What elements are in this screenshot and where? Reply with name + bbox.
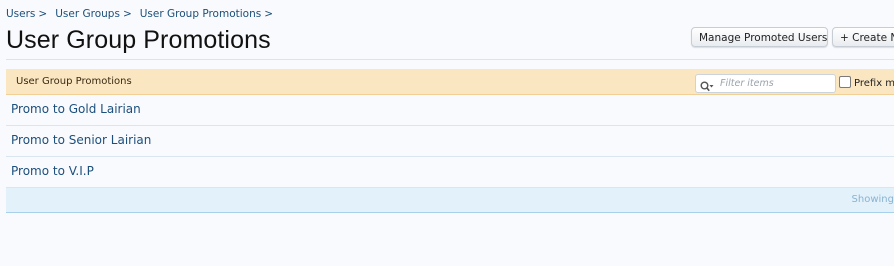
list-footer: Showing [6, 188, 894, 213]
title-divider [6, 59, 894, 60]
breadcrumb-separator: > [122, 8, 132, 20]
breadcrumb-separator: > [38, 8, 48, 20]
promotion-link-gold-lairian[interactable]: Promo to Gold Lairian [11, 102, 141, 116]
list-header-label: User Group Promotions [16, 76, 132, 87]
list-item: Promo to Gold Lairian [6, 95, 894, 126]
search-icon[interactable] [700, 78, 714, 92]
breadcrumb-user-group-promotions[interactable]: User Group Promotions [140, 8, 261, 20]
filter-box[interactable] [695, 74, 836, 93]
breadcrumb-separator: > [264, 8, 274, 20]
breadcrumb-users[interactable]: Users [6, 8, 35, 20]
promotion-link-vip[interactable]: Promo to V.I.P [11, 164, 94, 178]
page-title: User Group Promotions [6, 26, 271, 54]
prefix-match-toggle[interactable]: Prefix m [839, 76, 894, 89]
prefix-label: Prefix m [854, 78, 894, 89]
promotion-link-senior-lairian[interactable]: Promo to Senior Lairian [11, 133, 151, 147]
list-header: User Group Promotions Prefix m [6, 69, 894, 95]
showing-status: Showing [851, 194, 894, 205]
filter-items-input[interactable] [720, 76, 830, 90]
prefix-checkbox[interactable] [839, 76, 851, 88]
manage-promoted-users-button[interactable]: Manage Promoted Users [691, 27, 828, 47]
list-item: Promo to Senior Lairian [6, 126, 894, 157]
breadcrumb: Users > User Groups > User Group Promotions > [6, 8, 281, 20]
create-new-promotion-button[interactable]: + Create Ne [832, 27, 894, 47]
breadcrumb-user-groups[interactable]: User Groups [55, 8, 120, 20]
list-item: Promo to V.I.P [6, 157, 894, 188]
